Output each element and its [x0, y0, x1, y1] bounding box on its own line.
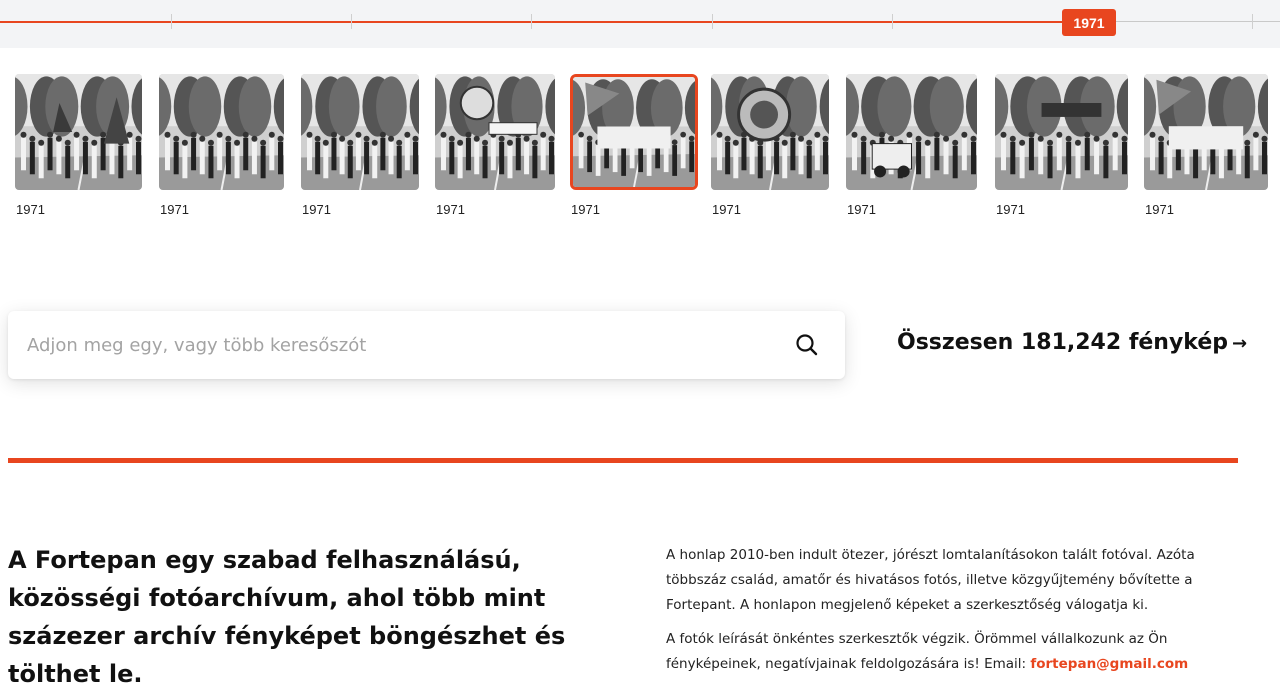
total-photos-link[interactable]: Összesen 181,242 fénykép → [897, 330, 1247, 355]
timeline-tick [712, 14, 713, 29]
total-photos-label: Összesen 181,242 fénykép [897, 330, 1229, 355]
photo-thumbnail-selected[interactable]: 1971 [570, 74, 698, 217]
photo-year-label: 1971 [996, 202, 1025, 217]
email-link[interactable]: fortepan@gmail.com [1030, 656, 1188, 672]
photo-thumbnail[interactable]: 1971 [995, 74, 1128, 217]
photo-image[interactable] [159, 74, 284, 190]
timeline-year-handle[interactable]: 1971 [1062, 9, 1116, 36]
search-icon[interactable] [793, 331, 821, 359]
about-paragraph-1: A honlap 2010-ben indult ötezer, jórészt… [666, 547, 1195, 613]
year-timeline[interactable]: 1971 [0, 0, 1280, 48]
photo-year-label: 1971 [302, 202, 331, 217]
photo-year-label: 1971 [1145, 202, 1174, 217]
photo-year-label: 1971 [571, 202, 600, 217]
about-text: A honlap 2010-ben indult ötezer, jórészt… [666, 543, 1206, 686]
photo-thumbnail[interactable]: 1971 [435, 74, 555, 217]
page: 1971 1971 1971 1971 1971 1971 1971 1971 1971 197… [0, 0, 1280, 700]
search-input[interactable] [25, 333, 793, 357]
photo-image[interactable] [570, 74, 698, 190]
photo-thumbnail[interactable]: 1971 [15, 74, 142, 217]
intro-headline: A Fortepan egy szabad felhasználású, köz… [8, 546, 566, 688]
photo-image[interactable] [15, 74, 142, 190]
photo-image[interactable] [846, 74, 977, 190]
photo-year-label: 1971 [436, 202, 465, 217]
section-divider [8, 458, 1238, 463]
photo-thumbnail[interactable]: 1971 [301, 74, 419, 217]
photo-thumbnail[interactable]: 1971 [846, 74, 977, 217]
photo-image[interactable] [435, 74, 555, 190]
timeline-track [1110, 21, 1280, 22]
photo-year-label: 1971 [712, 202, 741, 217]
photo-year-label: 1971 [847, 202, 876, 217]
photo-image[interactable] [995, 74, 1128, 190]
timeline-tick [892, 14, 893, 29]
photo-thumbnail[interactable]: 1971 [711, 74, 829, 217]
photo-year-label: 1971 [160, 202, 189, 217]
timeline-tick [171, 14, 172, 29]
photo-thumbnail[interactable]: 1971 [1144, 74, 1268, 217]
photo-image[interactable] [301, 74, 419, 190]
photo-thumbnail[interactable]: 1971 [159, 74, 284, 217]
search-bar [8, 311, 845, 379]
about-paragraph-2: A fotók leírását önkéntes szerkesztők vé… [666, 627, 1206, 677]
photo-image[interactable] [1144, 74, 1268, 190]
timeline-progress [0, 21, 1090, 23]
timeline-tick [351, 14, 352, 29]
timeline-tick [531, 14, 532, 29]
arrow-right-icon: → [1232, 333, 1248, 354]
timeline-tick [1252, 14, 1253, 29]
photo-image[interactable] [711, 74, 829, 190]
photo-year-label: 1971 [16, 202, 45, 217]
